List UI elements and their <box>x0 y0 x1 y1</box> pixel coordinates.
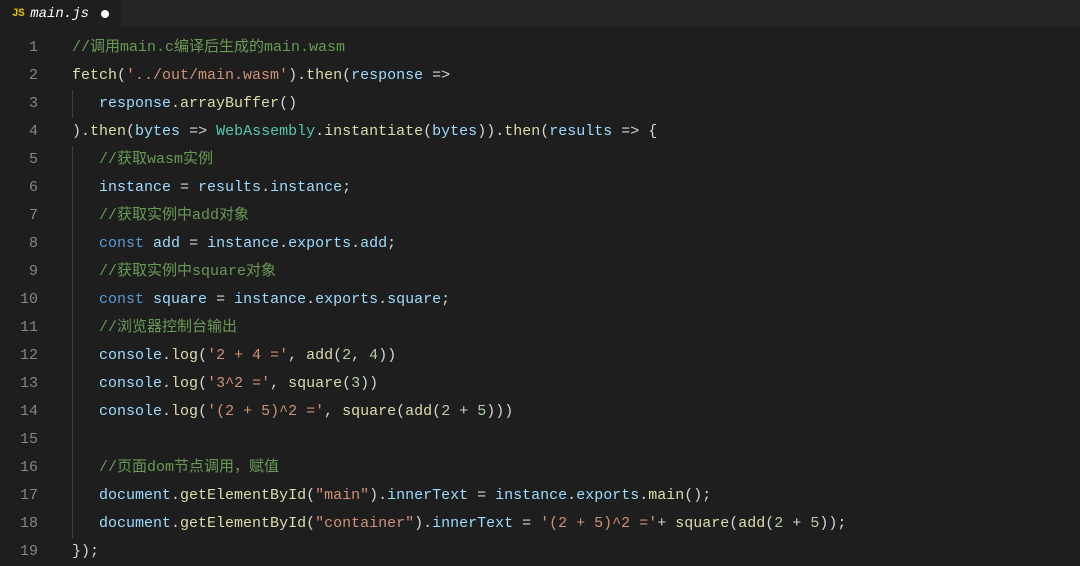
js-file-icon: JS <box>12 8 24 20</box>
code-text: //页面dom节点调用，赋值 <box>72 459 279 476</box>
indent-guide <box>72 314 73 342</box>
indent-guide <box>72 342 73 370</box>
code-line[interactable] <box>72 426 1080 454</box>
code-text: instance = results.instance; <box>72 179 351 196</box>
code-line[interactable]: //浏览器控制台输出 <box>72 314 1080 342</box>
indent-guide <box>72 258 73 286</box>
line-number: 1 <box>0 34 56 62</box>
line-number: 15 <box>0 426 56 454</box>
code-text: console.log('2 + 4 =', add(2, 4)) <box>72 347 396 364</box>
code-text: fetch('../out/main.wasm').then(response … <box>72 67 459 84</box>
code-text: ).then(bytes => WebAssembly.instantiate(… <box>72 123 657 140</box>
line-number-gutter: 12345678910111213141516171819 <box>0 28 56 564</box>
line-number: 11 <box>0 314 56 342</box>
line-number: 19 <box>0 538 56 566</box>
code-line[interactable]: ).then(bytes => WebAssembly.instantiate(… <box>72 118 1080 146</box>
indent-guide <box>72 510 73 538</box>
code-line[interactable]: //页面dom节点调用，赋值 <box>72 454 1080 482</box>
indent-guide <box>72 90 73 118</box>
code-text: document.getElementById("main").innerTex… <box>72 487 711 504</box>
tab-filename: main.js <box>30 6 89 22</box>
code-line[interactable]: //获取实例中add对象 <box>72 202 1080 230</box>
code-line[interactable]: instance = results.instance; <box>72 174 1080 202</box>
line-number: 10 <box>0 286 56 314</box>
code-line[interactable]: response.arrayBuffer() <box>72 90 1080 118</box>
line-number: 16 <box>0 454 56 482</box>
code-line[interactable]: document.getElementById("container").inn… <box>72 510 1080 538</box>
tab-main-js[interactable]: JS main.js <box>0 0 121 28</box>
code-area[interactable]: //调用main.c编译后生成的main.wasm fetch('../out/m… <box>56 28 1080 564</box>
line-number: 18 <box>0 510 56 538</box>
line-number: 17 <box>0 482 56 510</box>
code-text: const add = instance.exports.add; <box>72 235 396 252</box>
line-number: 5 <box>0 146 56 174</box>
line-number: 14 <box>0 398 56 426</box>
code-text: //获取wasm实例 <box>72 151 213 168</box>
indent-guide <box>72 174 73 202</box>
unsaved-indicator-icon <box>101 10 109 18</box>
code-line[interactable]: console.log('(2 + 5)^2 =', square(add(2 … <box>72 398 1080 426</box>
code-line[interactable]: console.log('3^2 =', square(3)) <box>72 370 1080 398</box>
line-number: 8 <box>0 230 56 258</box>
line-number: 13 <box>0 370 56 398</box>
tab-bar: JS main.js <box>0 0 1080 28</box>
code-line[interactable]: //获取实例中square对象 <box>72 258 1080 286</box>
code-line[interactable]: const square = instance.exports.square; <box>72 286 1080 314</box>
indent-guide <box>72 398 73 426</box>
code-text: const square = instance.exports.square; <box>72 291 450 308</box>
code-line[interactable]: document.getElementById("main").innerTex… <box>72 482 1080 510</box>
code-text: //调用main.c编译后生成的main.wasm <box>72 39 345 56</box>
indent-guide <box>72 286 73 314</box>
code-line[interactable]: console.log('2 + 4 =', add(2, 4)) <box>72 342 1080 370</box>
code-line[interactable]: //获取wasm实例 <box>72 146 1080 174</box>
indent-guide <box>72 146 73 174</box>
code-editor[interactable]: 12345678910111213141516171819 //调用main.c… <box>0 28 1080 564</box>
line-number: 4 <box>0 118 56 146</box>
code-text: response.arrayBuffer() <box>72 95 297 112</box>
indent-guide <box>72 370 73 398</box>
code-line[interactable]: //调用main.c编译后生成的main.wasm <box>72 34 1080 62</box>
code-text: //获取实例中square对象 <box>72 263 276 280</box>
indent-guide <box>72 482 73 510</box>
code-text: //获取实例中add对象 <box>72 207 249 224</box>
line-number: 9 <box>0 258 56 286</box>
indent-guide <box>72 230 73 258</box>
indent-guide <box>72 202 73 230</box>
code-text: document.getElementById("container").inn… <box>72 515 846 532</box>
code-text: }); <box>72 543 99 560</box>
code-text: //浏览器控制台输出 <box>72 319 237 336</box>
code-line[interactable]: const add = instance.exports.add; <box>72 230 1080 258</box>
code-text: console.log('(2 + 5)^2 =', square(add(2 … <box>72 403 513 420</box>
indent-guide <box>72 454 73 482</box>
indent-guide <box>72 426 73 454</box>
code-text: console.log('3^2 =', square(3)) <box>72 375 378 392</box>
code-line[interactable]: }); <box>72 538 1080 566</box>
line-number: 7 <box>0 202 56 230</box>
code-text <box>72 431 99 448</box>
code-line[interactable]: fetch('../out/main.wasm').then(response … <box>72 62 1080 90</box>
line-number: 2 <box>0 62 56 90</box>
line-number: 3 <box>0 90 56 118</box>
line-number: 12 <box>0 342 56 370</box>
line-number: 6 <box>0 174 56 202</box>
